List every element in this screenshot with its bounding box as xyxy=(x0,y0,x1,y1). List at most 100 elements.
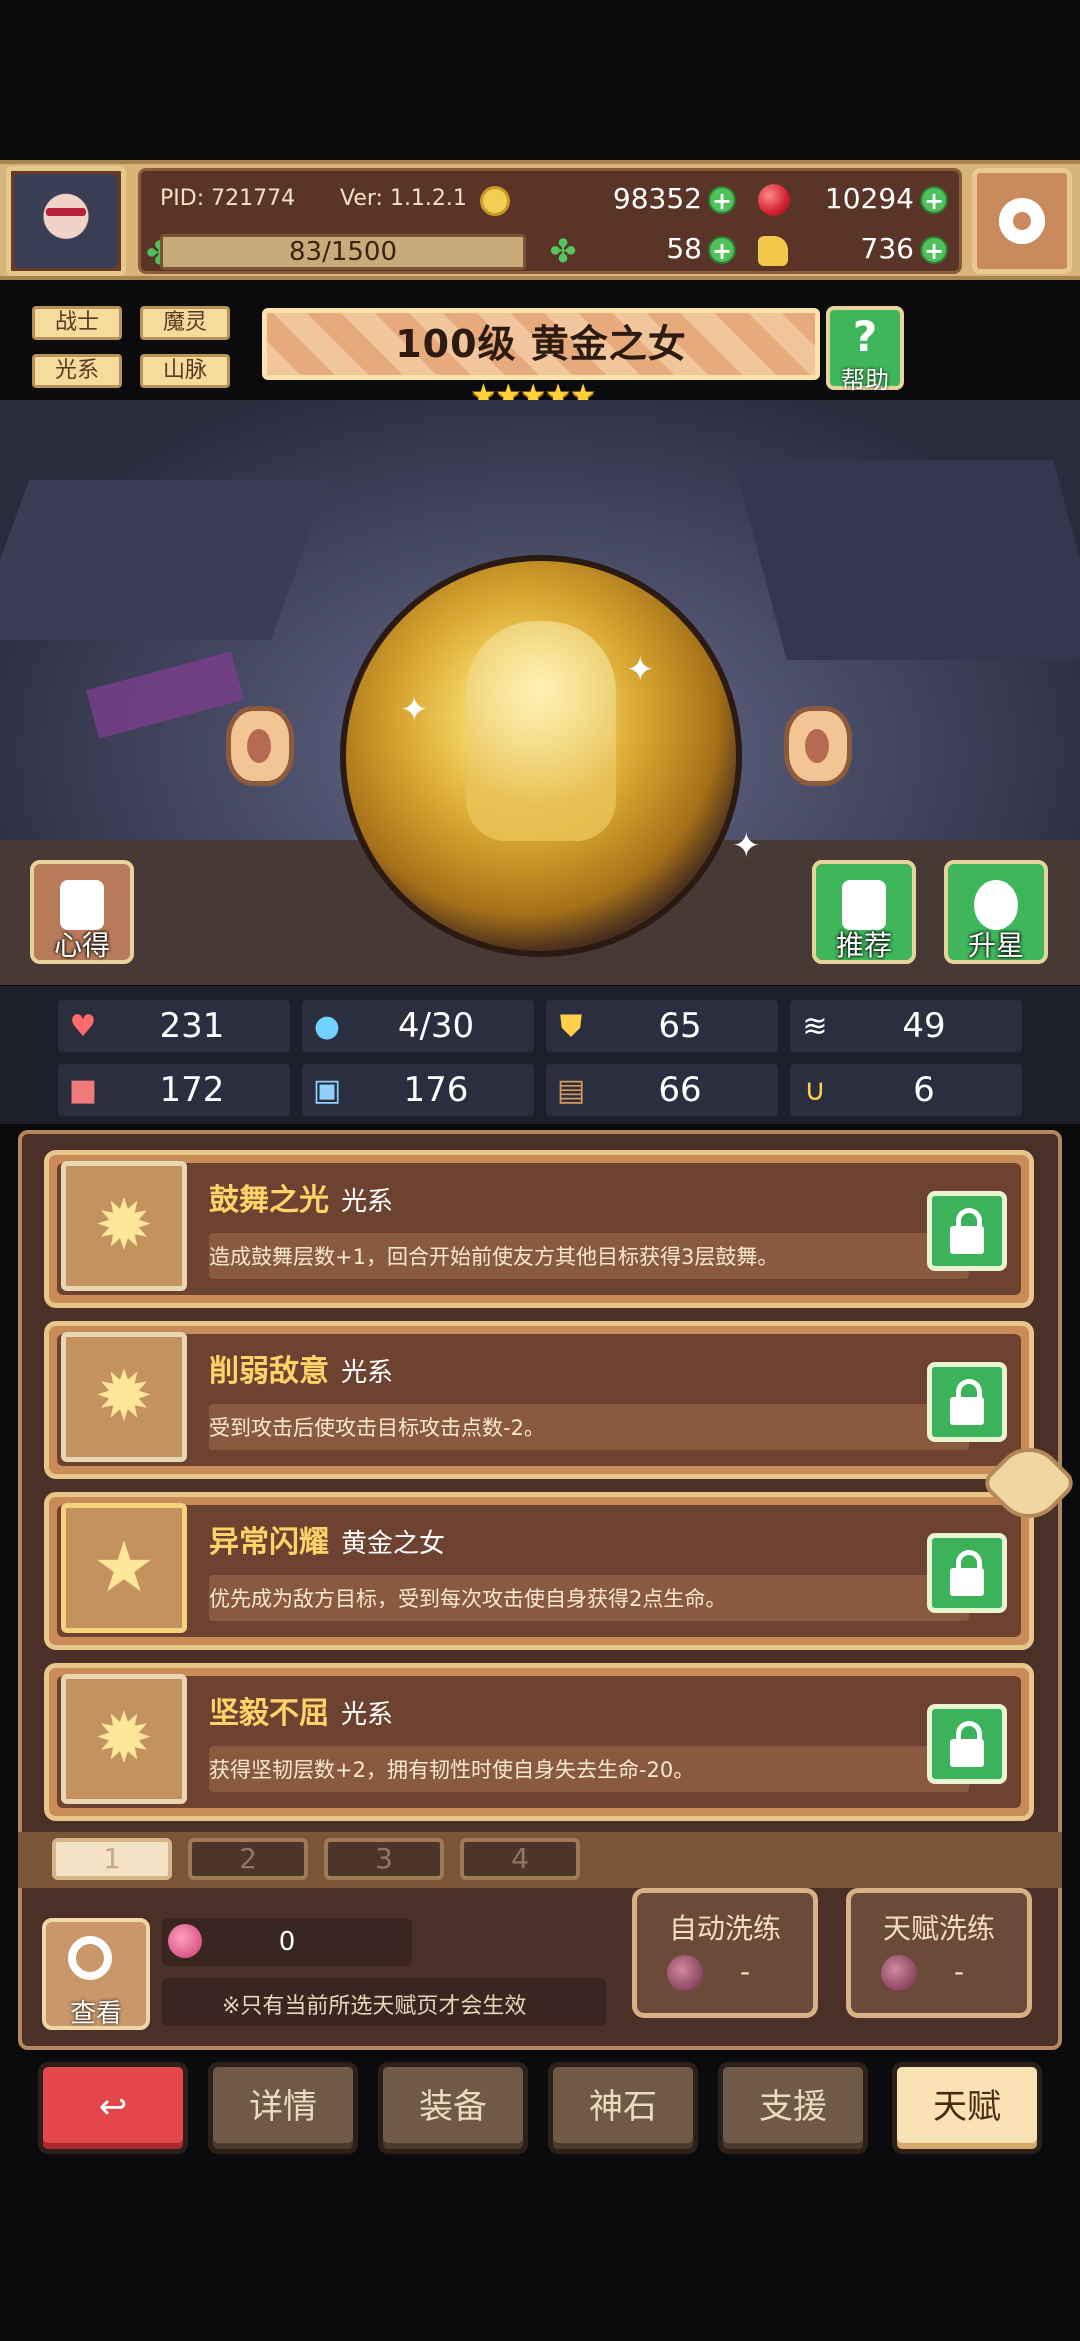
heart-icon: ♥ xyxy=(69,1009,97,1044)
boots-icon: ▤ xyxy=(556,1073,586,1108)
talent-type: 光系 xyxy=(341,1700,394,1730)
sun-icon: ✹ xyxy=(61,1161,187,1291)
coin-icon xyxy=(480,186,510,216)
talent-wash-label: 天赋洗练 xyxy=(882,1912,995,1945)
notes-label: 心得 xyxy=(53,929,110,962)
add-clover-button[interactable]: + xyxy=(708,236,736,264)
page-tab-2[interactable]: 2 xyxy=(188,1838,308,1880)
tag-spirit: 魔灵 xyxy=(140,306,230,340)
prev-hero-arrow[interactable] xyxy=(226,706,294,786)
talent-wash-cost: - xyxy=(953,1955,965,1988)
magnifier-icon xyxy=(68,1936,112,1980)
stat-attack: ■ 172 xyxy=(58,1064,290,1116)
nav-godstone[interactable]: 神石 xyxy=(548,2062,698,2154)
talent-card[interactable]: ✹ 坚毅不屈 光系 获得坚韧层数+2，拥有韧性时使自身失去生命-20。 xyxy=(44,1663,1034,1821)
settings-button[interactable] xyxy=(972,168,1072,274)
star-icon xyxy=(974,880,1018,930)
add-ruby-button[interactable]: + xyxy=(920,186,948,214)
tag-warrior: 战士 xyxy=(32,306,122,340)
talent-type: 光系 xyxy=(341,1358,394,1388)
talent-description: 受到攻击后使攻击目标攻击点数-2。 xyxy=(209,1416,545,1440)
talent-type: 黄金之女 xyxy=(341,1529,446,1559)
energy-value: 83/1500 xyxy=(288,237,397,267)
talent-type: 光系 xyxy=(341,1187,394,1217)
energy-bar: 83/1500 xyxy=(160,234,526,270)
star-up-button[interactable]: 升星 xyxy=(944,860,1048,964)
recommend-button[interactable]: 推荐 xyxy=(812,860,916,964)
view-label: 查看 xyxy=(69,1999,122,2029)
sparkle-icon: ✦ xyxy=(626,650,655,690)
next-hero-arrow[interactable] xyxy=(784,706,852,786)
page-note: ※只有当前所选天赋页才会生效 xyxy=(162,1978,606,2026)
lock-button[interactable] xyxy=(927,1362,1007,1442)
bag-count: 736 xyxy=(860,232,914,265)
tag-light: 光系 xyxy=(32,354,122,388)
ruby-icon xyxy=(758,184,790,216)
talent-description: 获得坚韧层数+2，拥有韧性时使自身失去生命-20。 xyxy=(209,1758,695,1782)
sun-icon: ✹ xyxy=(61,1674,187,1804)
game-version: Ver: 1.1.2.1 xyxy=(340,186,467,211)
thumbs-up-icon xyxy=(842,880,886,930)
add-bag-button[interactable]: + xyxy=(920,236,948,264)
nav-details[interactable]: 详情 xyxy=(208,2062,358,2154)
wing-icon: ≋ xyxy=(802,1009,828,1044)
coin-count: 98352 xyxy=(612,182,702,215)
talent-card[interactable]: ✹ 削弱敌意 光系 受到攻击后使攻击目标攻击点数-2。 xyxy=(44,1321,1034,1479)
bag-icon xyxy=(758,236,788,266)
back-button[interactable]: ↩ xyxy=(38,2062,188,2154)
recommend-label: 推荐 xyxy=(835,929,892,962)
page-tab-1[interactable]: 1 xyxy=(52,1838,172,1880)
page-tab-3[interactable]: 3 xyxy=(324,1838,444,1880)
stat-agility: ▤ 66 xyxy=(546,1064,778,1116)
view-button[interactable]: 查看 xyxy=(42,1918,150,2030)
fruit-icon xyxy=(168,1924,202,1958)
stat-speed: ≋ 49 xyxy=(790,1000,1022,1052)
talent-name: 鼓舞之光 xyxy=(209,1183,329,1218)
shield-icon: ⛊ xyxy=(559,1009,583,1044)
talent-name: 削弱敌意 xyxy=(209,1354,329,1389)
nav-talent[interactable]: 天赋 xyxy=(892,2062,1042,2154)
nav-support[interactable]: 支援 xyxy=(718,2062,868,2154)
gear-icon xyxy=(999,198,1045,244)
help-button[interactable]: ? 帮助 xyxy=(826,306,904,394)
lock-button[interactable] xyxy=(927,1533,1007,1613)
talent-card[interactable]: ★ 异常闪耀 黄金之女 优先成为敌方目标，受到每次攻击使自身获得2点生命。 xyxy=(44,1492,1034,1650)
talent-wash-button[interactable]: 天赋洗练 - xyxy=(846,1888,1032,2018)
auto-wash-cost: - xyxy=(739,1955,751,1988)
notes-button[interactable]: 心得 xyxy=(30,860,134,964)
sun-icon: ✹ xyxy=(61,1332,187,1462)
talent-description: 优先成为敌方目标，受到每次攻击使自身获得2点生命。 xyxy=(209,1587,727,1611)
hero-portrait-golden-girl[interactable] xyxy=(340,555,742,957)
auto-wash-label: 自动洗练 xyxy=(668,1912,781,1945)
clover-icon: ✤ xyxy=(549,232,577,270)
stat-luck: ∪ 6 xyxy=(790,1064,1022,1116)
avatar-portrait xyxy=(14,174,118,268)
lock-button[interactable] xyxy=(927,1191,1007,1271)
stat-defense: ⛊ 65 xyxy=(546,1000,778,1052)
auto-wash-button[interactable]: 自动洗练 - xyxy=(632,1888,818,2018)
hero-title: 100级 黄金之女 xyxy=(262,308,820,380)
nav-equip[interactable]: 装备 xyxy=(378,2062,528,2154)
sparkle-icon: ✦ xyxy=(400,690,429,730)
ruby-count: 10294 xyxy=(824,182,914,215)
talent-name: 坚毅不屈 xyxy=(209,1696,329,1731)
back-arrow-icon: ↩ xyxy=(98,2087,128,2127)
add-coin-button[interactable]: + xyxy=(708,186,736,214)
help-label: 帮助 xyxy=(841,366,889,394)
talent-name: 异常闪耀 xyxy=(209,1525,329,1560)
sparkle-icon: ✦ xyxy=(732,826,761,866)
tag-mountain: 山脉 xyxy=(140,354,230,388)
lock-button[interactable] xyxy=(927,1704,1007,1784)
stat-magic: ▣ 176 xyxy=(302,1064,534,1116)
fist-icon: ■ xyxy=(68,1073,98,1108)
stat-mana: ● 4/30 xyxy=(302,1000,534,1052)
talent-card[interactable]: ✹ 鼓舞之光 光系 造成鼓舞层数+1，回合开始前使友方其他目标获得3层鼓舞。 xyxy=(44,1150,1034,1308)
arrow-right-icon xyxy=(805,729,829,763)
notes-icon xyxy=(60,880,104,930)
page-tab-4[interactable]: 4 xyxy=(460,1838,580,1880)
player-id: PID: 721774 xyxy=(160,186,296,211)
star-icon: ★ xyxy=(61,1503,187,1633)
drop-icon: ● xyxy=(313,1009,341,1044)
star-up-label: 升星 xyxy=(967,929,1024,962)
question-icon: ? xyxy=(852,312,878,361)
